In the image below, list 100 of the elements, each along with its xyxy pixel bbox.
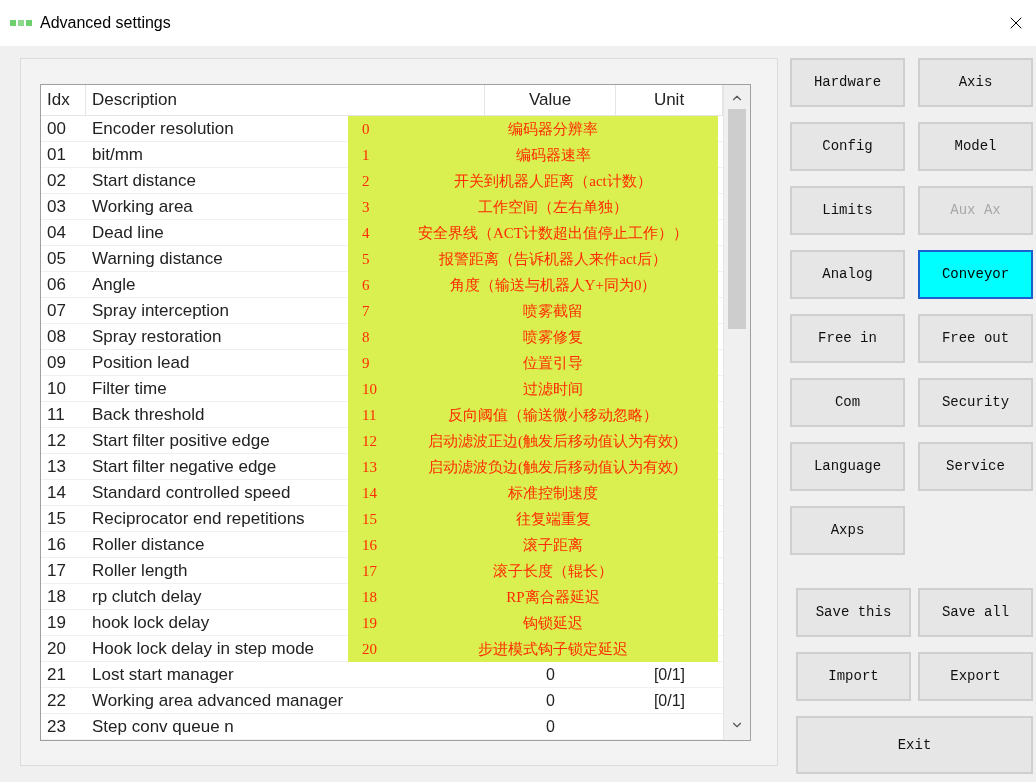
column-header[interactable]: Idx [41, 85, 86, 115]
annotation-text: 报警距离（告诉机器人来件act后） [438, 249, 668, 269]
nav-button[interactable]: Limits [790, 186, 905, 235]
annotation-number: 9 [361, 353, 371, 373]
table-cell-text: 05 [46, 248, 67, 270]
table-cell-text: Start distance [92, 170, 196, 192]
action-button[interactable]: Exit [796, 716, 1033, 774]
annotation-text: 开关到机器人距离（act计数） [453, 171, 653, 191]
annotation-number: 16 [361, 535, 378, 555]
table-cell-text: Hook lock delay in step mode [92, 638, 315, 660]
table-cell-text: 13 [46, 456, 67, 478]
annotation-text: 反向阈值（输送微小移动忽略） [447, 405, 659, 425]
annotation-text: 安全界线（ACT计数超出值停止工作）） [417, 223, 689, 243]
table-cell-text: Back threshold [92, 404, 205, 426]
annotation-text: RP离合器延迟 [505, 587, 601, 607]
table-cell-text: 06 [46, 274, 67, 296]
nav-button[interactable]: Free in [790, 314, 905, 363]
table-cell-text: Reciprocator end repetitions [92, 508, 305, 530]
annotation-number: 15 [361, 509, 378, 529]
table-cell-text: Spray interception [92, 300, 230, 322]
annotation-number: 0 [361, 119, 371, 139]
table-cell-text: Dead line [92, 222, 164, 244]
nav-button[interactable]: Axps [790, 506, 905, 555]
annotation-text: 过滤时间 [522, 379, 584, 399]
annotation-number: 7 [361, 301, 371, 321]
nav-button[interactable]: Config [790, 122, 905, 171]
nav-button[interactable]: Security [918, 378, 1033, 427]
action-button[interactable]: Save all [918, 588, 1033, 637]
table-cell-text: 12 [46, 430, 67, 452]
table-cell-text: Start filter positive edge [92, 430, 270, 452]
table-cell-text: [0/1] [652, 690, 687, 711]
nav-button[interactable]: Axis [918, 58, 1033, 107]
table-cell-text: 20 [46, 638, 67, 660]
table-cell-text: 0 [545, 716, 556, 737]
table-cell-text: Working area [92, 196, 193, 218]
annotation-number: 14 [361, 483, 378, 503]
action-button[interactable]: Save this [796, 588, 911, 637]
annotation-number: 8 [361, 327, 371, 347]
table-cell-text: 17 [46, 560, 67, 582]
annotation-number: 17 [361, 561, 378, 581]
nav-button[interactable]: Model [918, 122, 1033, 171]
table-cell-text: 0 [545, 664, 556, 685]
annotation-text: 编码器分辨率 [507, 119, 599, 139]
annotation-text: 工作空间（左右单独） [477, 197, 629, 217]
table-cell-text: Working area advanced manager [92, 690, 344, 712]
nav-button[interactable]: Free out [918, 314, 1033, 363]
scroll-thumb[interactable] [728, 109, 746, 329]
table-cell-text: 21 [46, 664, 67, 686]
nav-button[interactable]: Language [790, 442, 905, 491]
annotation-text: 喷雾截留 [522, 301, 584, 321]
nav-button[interactable]: Conveyor [918, 250, 1033, 299]
table-cell-text: Step conv queue n [92, 716, 234, 738]
table-cell-text: 03 [46, 196, 67, 218]
table-cell-text: Standard controlled speed [92, 482, 291, 504]
table-cell-text: rp clutch delay [92, 586, 202, 608]
nav-button[interactable]: Com [790, 378, 905, 427]
annotation-number: 4 [361, 223, 371, 243]
annotation-number: 2 [361, 171, 371, 191]
annotation-text: 启动滤波正边(触发后移动值认为有效) [427, 431, 679, 451]
table-cell-text: 19 [46, 612, 67, 634]
table-cell-text: bit/mm [92, 144, 143, 166]
annotation-number: 11 [361, 405, 378, 425]
table-cell-text: 07 [46, 300, 67, 322]
column-header[interactable]: Description [86, 85, 485, 115]
column-header[interactable]: Value [485, 85, 616, 115]
table-cell-text: 00 [46, 118, 67, 140]
table-cell-text: Start filter negative edge [92, 456, 277, 478]
window-title: Advanced settings [40, 13, 171, 33]
table-cell-text: Warning distance [92, 248, 223, 270]
table-cell-text: Filter time [92, 378, 167, 400]
annotation-text: 钩锁延迟 [522, 613, 584, 633]
table-cell-text: Position lead [92, 352, 190, 374]
table-cell-text: 14 [46, 482, 67, 504]
annotation-number: 5 [361, 249, 371, 269]
action-button[interactable]: Import [796, 652, 911, 701]
annotation-number: 10 [361, 379, 378, 399]
table-cell-text: 09 [46, 352, 67, 374]
annotation-number: 6 [361, 275, 371, 295]
annotation-text: 位置引导 [522, 353, 584, 373]
annotation-text: 滚子距离 [522, 535, 584, 555]
annotation-text: 往复端重复 [514, 509, 592, 529]
table-cell-text: 0 [545, 690, 556, 711]
app-icon [10, 19, 34, 27]
annotation-number: 13 [361, 457, 378, 477]
table-cell-text: Roller distance [92, 534, 205, 556]
annotation-text: 标准控制速度 [507, 483, 599, 503]
table-cell-text: Lost start manager [92, 664, 234, 686]
annotation-number: 1 [361, 145, 371, 165]
table-cell-text: 23 [46, 716, 67, 738]
table-cell-text: 08 [46, 326, 67, 348]
table-cell-text: hook lock delay [92, 612, 210, 634]
table-cell-text: 11 [46, 404, 66, 426]
nav-button[interactable]: Analog [790, 250, 905, 299]
nav-button[interactable]: Service [918, 442, 1033, 491]
table-cell-text: 10 [46, 378, 67, 400]
annotation-text: 喷雾修复 [522, 327, 584, 347]
nav-button[interactable]: Hardware [790, 58, 905, 107]
action-button[interactable]: Export [918, 652, 1033, 701]
table-cell-text: 02 [46, 170, 67, 192]
table-cell-text: 18 [46, 586, 67, 608]
